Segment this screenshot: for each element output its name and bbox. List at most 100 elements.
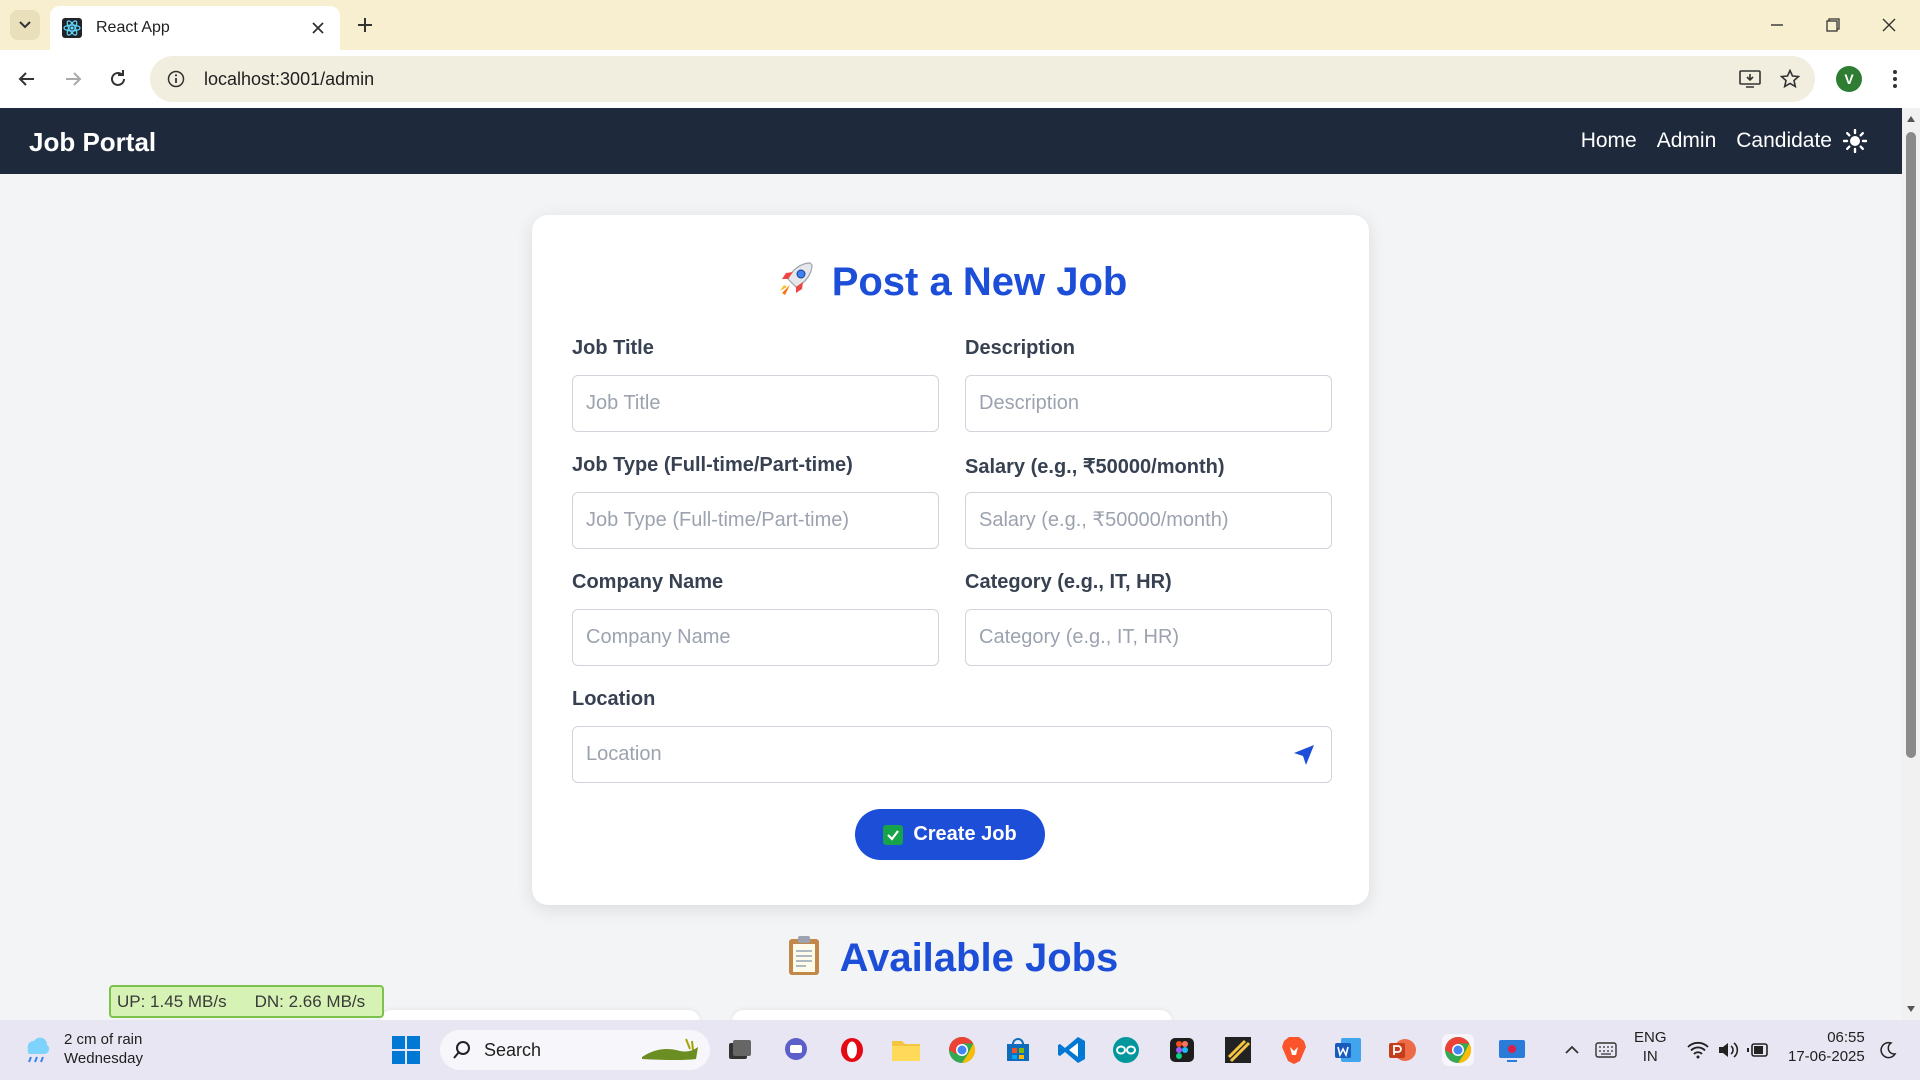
weather-text: 2 cm of rain Wednesday xyxy=(64,1030,143,1068)
plus-icon xyxy=(358,18,372,32)
browser-tabstrip: React App xyxy=(0,0,1920,50)
microsoft-store-icon[interactable] xyxy=(1002,1034,1034,1066)
chrome-active-icon[interactable] xyxy=(1442,1034,1474,1066)
arrow-right-icon xyxy=(66,72,82,86)
opera-icon[interactable] xyxy=(836,1034,868,1066)
forward-button[interactable] xyxy=(56,62,90,96)
install-app-icon[interactable] xyxy=(1735,64,1765,94)
show-hidden-icons-button[interactable] xyxy=(1556,1034,1588,1066)
powerpoint-icon[interactable] xyxy=(1386,1034,1418,1066)
moon-icon[interactable] xyxy=(1872,1034,1904,1066)
bookmark-star-icon[interactable] xyxy=(1775,64,1805,94)
url-text[interactable]: localhost:3001/admin xyxy=(204,69,1735,90)
keyboard-icon[interactable] xyxy=(1590,1034,1622,1066)
job-card[interactable] xyxy=(380,1010,700,1020)
task-view-icon[interactable] xyxy=(724,1034,756,1066)
language-code: ENG xyxy=(1634,1029,1667,1046)
back-button[interactable] xyxy=(10,62,44,96)
create-job-button[interactable]: Create Job xyxy=(855,809,1045,860)
profile-avatar[interactable]: V xyxy=(1836,66,1862,92)
reload-icon xyxy=(111,70,125,86)
taskbar-search[interactable]: Search xyxy=(440,1030,710,1070)
category-label: Category (e.g., IT, HR) xyxy=(965,571,1172,593)
teams-chat-icon[interactable] xyxy=(780,1034,812,1066)
site-navbar: Job Portal Home Admin Candidate xyxy=(0,108,1902,174)
wifi-icon[interactable] xyxy=(1682,1034,1714,1066)
job-title-label: Job Title xyxy=(572,337,654,359)
description-label: Description xyxy=(965,337,1076,359)
word-icon[interactable] xyxy=(1332,1034,1364,1066)
rocket-icon xyxy=(779,262,813,295)
clipboard-icon xyxy=(788,936,819,975)
location-input-wrap xyxy=(572,714,1332,783)
chrome-icon[interactable] xyxy=(946,1034,978,1066)
reload-button[interactable] xyxy=(101,62,135,96)
clock[interactable]: 06:55 17-06-2025 xyxy=(1788,1028,1865,1066)
nav-home[interactable]: Home xyxy=(1581,129,1637,153)
restore-button[interactable] xyxy=(1818,10,1848,40)
post-job-card: Post a New Job Job Title Description Job… xyxy=(532,215,1369,905)
sun-icon xyxy=(1843,129,1867,153)
theme-toggle-button[interactable] xyxy=(1842,128,1868,154)
search-highlight-icon xyxy=(642,1038,698,1060)
location-arrow-icon[interactable] xyxy=(1292,743,1316,767)
vscode-icon[interactable] xyxy=(1056,1034,1088,1066)
brand-logo[interactable]: Job Portal xyxy=(29,127,156,158)
form-title-row: Post a New Job xyxy=(532,257,1369,305)
windows-logo-icon xyxy=(392,1036,420,1064)
form-title: Post a New Job xyxy=(831,260,1128,304)
app-icon[interactable] xyxy=(1222,1034,1254,1066)
job-title-input[interactable] xyxy=(572,375,939,432)
browser-menu-button[interactable] xyxy=(1880,64,1910,94)
screen-recorder-icon[interactable] xyxy=(1496,1034,1528,1066)
language-indicator[interactable]: ENG IN xyxy=(1634,1028,1667,1066)
volume-icon[interactable] xyxy=(1712,1034,1744,1066)
browser-tab[interactable]: React App xyxy=(50,6,340,50)
close-tab-icon[interactable] xyxy=(308,18,328,38)
company-field: Company Name xyxy=(572,571,939,666)
arduino-icon[interactable] xyxy=(1110,1034,1142,1066)
battery-icon[interactable] xyxy=(1742,1034,1774,1066)
browser-toolbar: localhost:3001/admin V xyxy=(0,50,1920,108)
job-card[interactable] xyxy=(732,1010,1172,1020)
category-input[interactable] xyxy=(965,609,1332,666)
nav-admin[interactable]: Admin xyxy=(1657,129,1717,153)
download-speed: DN: 2.66 MB/s xyxy=(254,991,366,1011)
company-label: Company Name xyxy=(572,571,724,593)
scroll-thumb[interactable] xyxy=(1906,132,1916,758)
company-input[interactable] xyxy=(572,609,939,666)
chevron-down-icon xyxy=(19,21,31,29)
salary-input[interactable] xyxy=(965,492,1332,549)
available-jobs-title: Available Jobs xyxy=(839,936,1119,980)
minimize-button[interactable] xyxy=(1762,10,1792,40)
weather-widget[interactable]: 2 cm of rain Wednesday xyxy=(20,1030,143,1068)
address-bar[interactable]: localhost:3001/admin xyxy=(150,56,1815,102)
file-explorer-icon[interactable] xyxy=(890,1034,922,1066)
tab-search-button[interactable] xyxy=(10,10,40,40)
scroll-down-arrow-icon[interactable] xyxy=(1906,1004,1916,1014)
salary-field: Salary (e.g., ₹50000/month) xyxy=(965,454,1332,549)
brave-icon[interactable] xyxy=(1278,1034,1310,1066)
upload-speed: UP: 1.45 MB/s xyxy=(117,991,227,1011)
location-input[interactable] xyxy=(572,726,1332,783)
job-type-label: Job Type (Full-time/Part-time) xyxy=(572,454,853,476)
page-scrollbar[interactable] xyxy=(1902,108,1920,1020)
react-logo-icon xyxy=(62,18,82,38)
salary-label: Salary (e.g., ₹50000/month) xyxy=(965,456,1225,478)
arrow-left-icon xyxy=(18,72,34,86)
category-field: Category (e.g., IT, HR) xyxy=(965,571,1332,666)
close-window-button[interactable] xyxy=(1874,10,1904,40)
site-info-icon[interactable] xyxy=(164,67,188,91)
restore-icon xyxy=(1826,18,1840,32)
job-type-input[interactable] xyxy=(572,492,939,549)
network-speed-widget: UP: 1.45 MB/s DN: 2.66 MB/s xyxy=(109,985,384,1018)
new-tab-button[interactable] xyxy=(352,12,378,38)
scroll-up-arrow-icon[interactable] xyxy=(1906,114,1916,124)
figma-icon[interactable] xyxy=(1166,1034,1198,1066)
job-type-field: Job Type (Full-time/Part-time) xyxy=(572,454,939,549)
description-input[interactable] xyxy=(965,375,1332,432)
nav-candidate[interactable]: Candidate xyxy=(1736,129,1832,153)
start-button[interactable] xyxy=(390,1034,422,1066)
location-field: Location xyxy=(572,688,1332,783)
chevron-up-icon xyxy=(1565,1045,1579,1054)
